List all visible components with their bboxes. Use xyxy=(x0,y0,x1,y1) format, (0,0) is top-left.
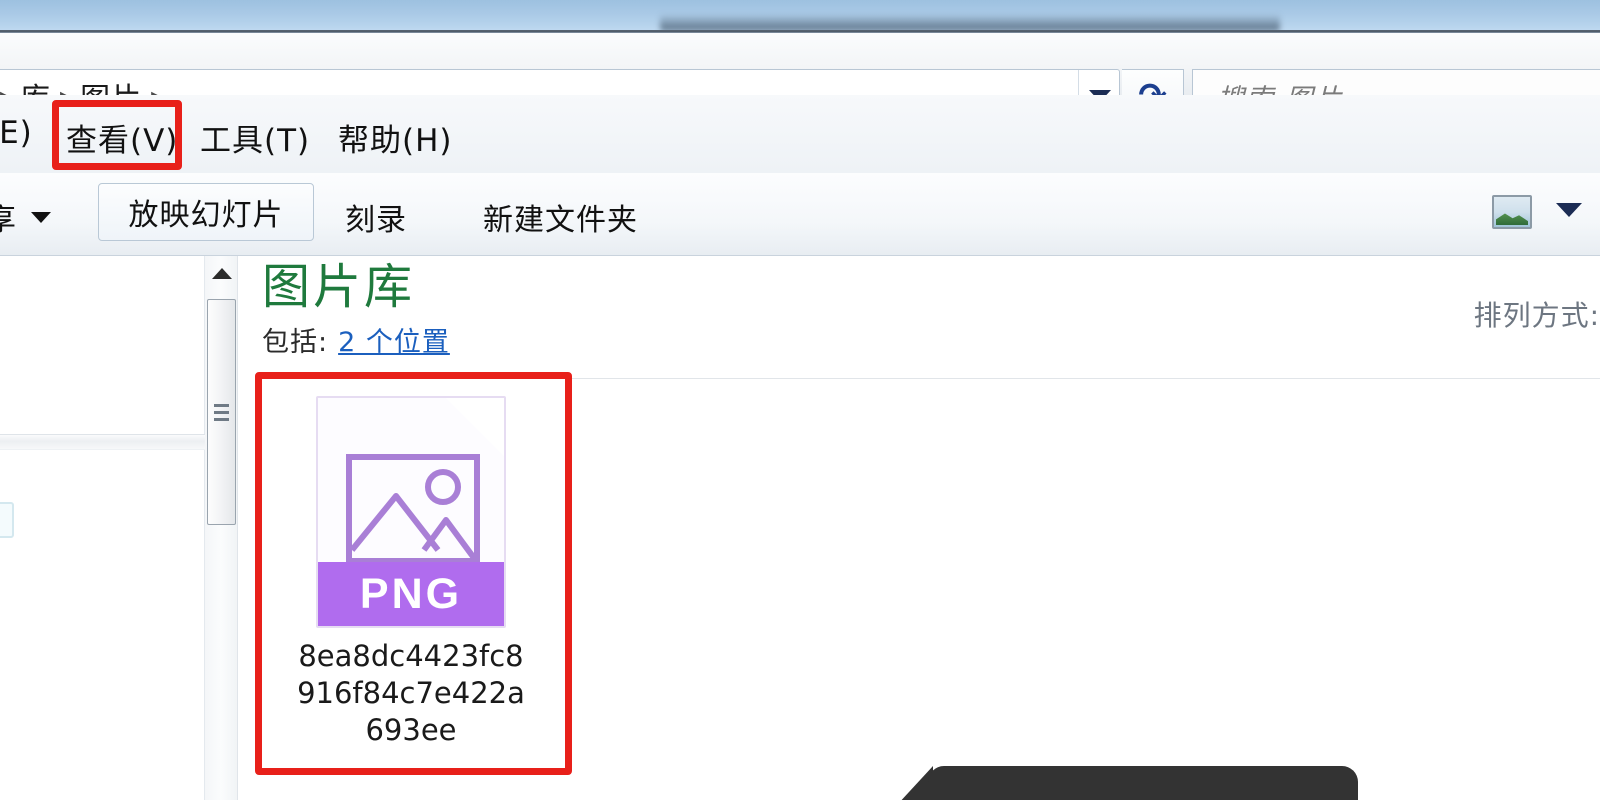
content-separator xyxy=(262,378,1600,379)
command-toolbar: 享 放映幻灯片 刻录 新建文件夹 xyxy=(0,173,1600,256)
scrollbar-thumb[interactable] xyxy=(207,299,236,525)
menu-item-view[interactable]: 查看(V) xyxy=(66,115,178,160)
slideshow-button[interactable]: 放映幻灯片 xyxy=(98,183,314,241)
png-file-icon: PNG xyxy=(316,396,506,628)
callout-arrow-icon xyxy=(873,766,933,800)
navigation-pane xyxy=(0,256,205,800)
file-type-label: PNG xyxy=(359,569,463,618)
library-includes: 包括: 2 个位置 xyxy=(262,320,450,359)
file-type-badge: PNG xyxy=(318,562,504,626)
chevron-down-icon xyxy=(31,211,51,223)
menu-item-edit[interactable]: (E) xyxy=(0,115,33,151)
picture-glyph-icon xyxy=(346,454,480,564)
share-button[interactable]: 享 xyxy=(0,195,51,239)
share-label: 享 xyxy=(0,203,17,238)
new-folder-button[interactable]: 新建文件夹 xyxy=(483,195,638,239)
library-includes-label: 包括: xyxy=(262,326,329,358)
picture-view-icon[interactable] xyxy=(1492,195,1532,229)
page-title: 图片库 xyxy=(262,259,416,315)
address-bar: ▸ 库 ▸ 图片 ▸ ↷ 搜索 图片 xyxy=(0,33,1600,123)
chevron-up-icon xyxy=(211,267,232,279)
window-title-blurred xyxy=(660,14,1280,31)
scrollbar-up-button[interactable] xyxy=(205,256,238,290)
navigation-scrollbar[interactable] xyxy=(205,256,238,800)
explorer-window: ▸ 库 ▸ 图片 ▸ ↷ 搜索 图片 (E) 查看(V) 工具(T) 帮助(H)… xyxy=(0,0,1600,800)
window-titlebar xyxy=(0,0,1600,33)
callout-bubble: 这是图标 xyxy=(928,766,1358,800)
burn-button[interactable]: 刻录 xyxy=(345,195,407,239)
library-locations-link[interactable]: 2 个位置 xyxy=(338,320,450,359)
library-header: 图片库 包括: 2 个位置 xyxy=(262,261,450,359)
file-tile[interactable]: PNG 8ea8dc4423fc8916f84c7e422a693ee xyxy=(276,396,546,749)
view-options-chevron-down-icon[interactable] xyxy=(1556,203,1582,217)
slideshow-label: 放映幻灯片 xyxy=(128,198,284,233)
arrange-by-label[interactable]: 排列方式: xyxy=(1474,294,1600,334)
page-fold-icon xyxy=(446,398,504,456)
menu-bar: (E) 查看(V) 工具(T) 帮助(H) xyxy=(0,95,1600,173)
callout-text: 这是图标 xyxy=(1009,786,1277,800)
scrollbar-grip-icon xyxy=(214,403,229,421)
file-name-label: 8ea8dc4423fc8916f84c7e422a693ee xyxy=(297,639,525,748)
menu-item-tools[interactable]: 工具(T) xyxy=(200,115,310,160)
navigation-pane-clipped-item[interactable] xyxy=(0,502,14,538)
content-pane: 图片库 包括: 2 个位置 排列方式: PNG 8ea8dc4423fc8916… xyxy=(238,256,1600,800)
menu-item-help[interactable]: 帮助(H) xyxy=(338,115,453,160)
navigation-pane-divider xyxy=(0,434,205,450)
